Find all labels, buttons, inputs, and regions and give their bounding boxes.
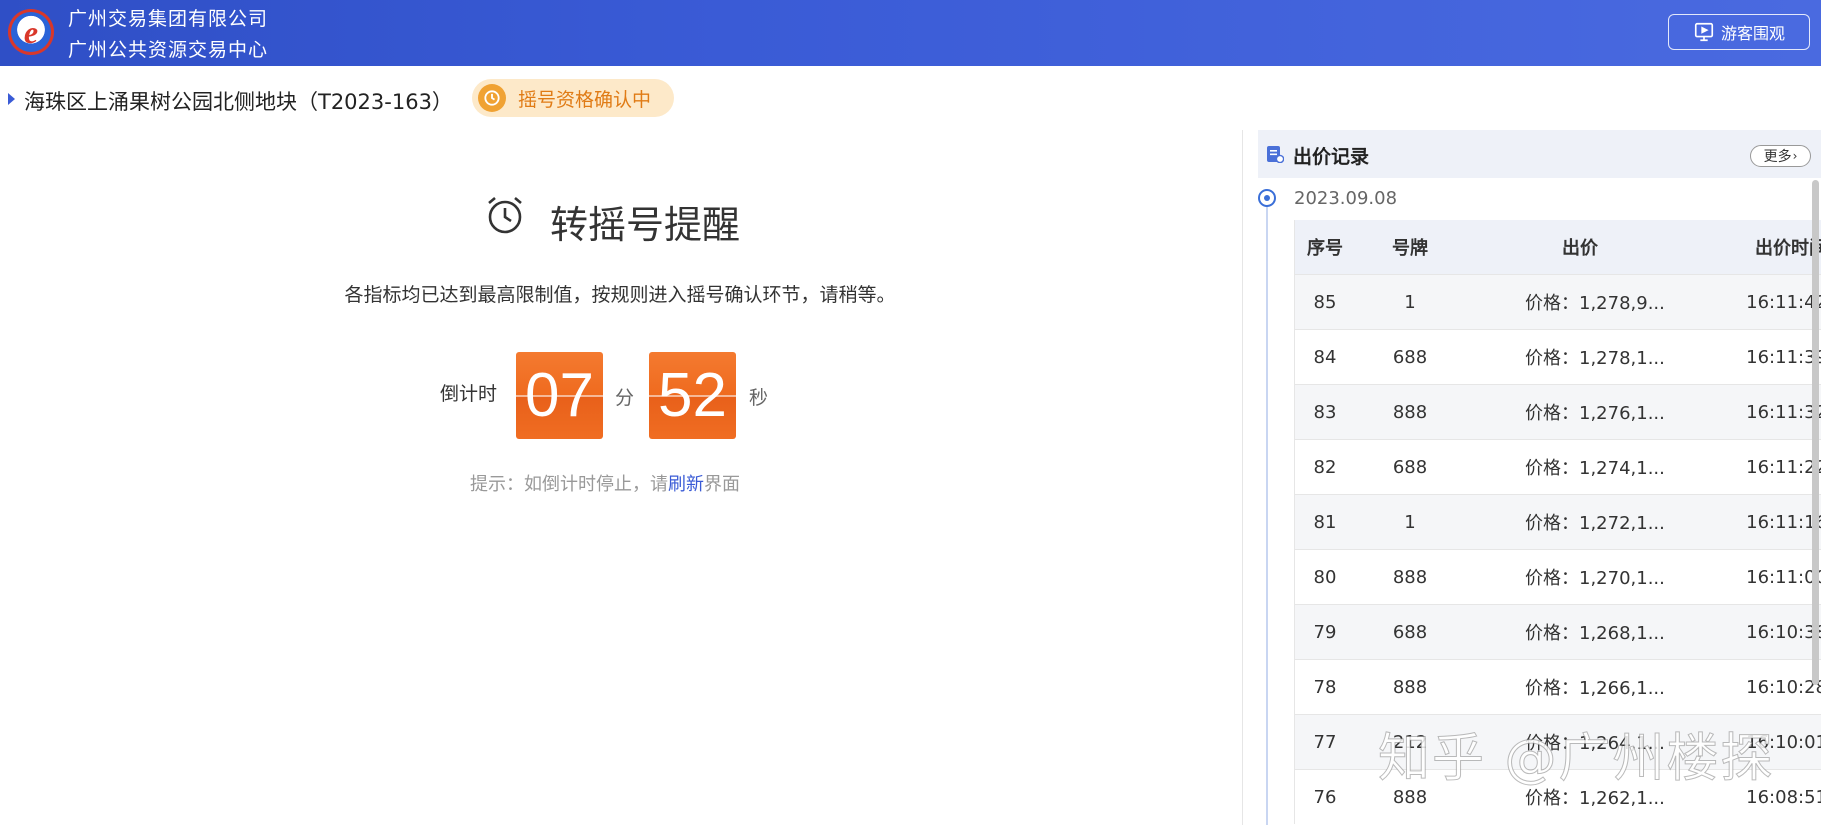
refresh-hint: 提示：如倒计时停止，请刷新界面 [470,470,740,496]
timeline-date: 2023.09.08 [1294,188,1398,209]
org-name-line2: 广州公共资源交易中心 [68,39,269,61]
chevron-right-icon: › [1792,149,1798,163]
countdown-seconds: 52 [649,352,736,439]
countdown-label: 倒计时 [440,383,498,405]
table-row: 83 888 价格：1,276,1... 16:11:32 [1295,384,1821,439]
cell-no: 84 [1313,346,1337,368]
table-header: 序号 号牌 出价 出价时间 [1295,220,1821,274]
cell-no: 79 [1313,621,1337,643]
table-row: 78 888 价格：1,266,1... 16:10:28 [1295,659,1821,714]
cell-plate: 888 [1392,566,1428,588]
countdown-seconds-unit: 秒 [749,387,769,409]
table-row: 79 688 价格：1,268,1... 16:10:38 [1295,604,1821,659]
visitor-watch-button[interactable]: 游客围观 [1668,14,1810,50]
cell-plate: 688 [1392,621,1428,643]
cell-price: 价格：1,272,1... [1525,513,1665,534]
timeline-line [1266,205,1268,825]
cell-time: 16:11:00 [1746,566,1821,588]
table-row: 85 1 价格：1,278,9... 16:11:42 [1295,274,1821,329]
cell-time: 16:11:22 [1746,456,1821,478]
table-row: 84 688 价格：1,278,1... 16:11:39 [1295,329,1821,384]
e-logo-icon: e [8,9,54,55]
cell-no: 80 [1313,566,1337,588]
cell-plate: 888 [1392,676,1428,698]
cell-no: 76 [1313,786,1337,808]
project-title: 海珠区上涌果树公园北侧地块（T2023-163） [24,90,453,114]
cell-plate: 1 [1404,511,1416,533]
cell-time: 16:10:38 [1746,621,1821,643]
cell-time: 16:10:28 [1746,676,1821,698]
status-text: 摇号资格确认中 [518,88,652,111]
panel-divider [1242,130,1243,825]
cell-no: 81 [1313,511,1337,533]
cell-time: 16:11:39 [1746,346,1821,368]
reminder-title: 转摇号提醒 [550,203,741,247]
cell-price: 价格：1,278,9... [1525,293,1665,314]
cell-no: 77 [1313,731,1337,753]
cell-no: 78 [1313,676,1337,698]
cell-price: 价格：1,274,1... [1525,458,1665,479]
cell-no: 82 [1313,456,1337,478]
table-row: 80 888 价格：1,270,1... 16:11:00 [1295,549,1821,604]
countdown-minutes-unit: 分 [615,387,635,409]
cell-time: 16:11:32 [1746,401,1821,423]
cell-plate: 888 [1392,401,1428,423]
records-scrollbar[interactable] [1812,180,1819,685]
refresh-link[interactable]: 刷新 [668,474,704,495]
cell-price: 价格：1,266,1... [1525,678,1665,699]
cell-plate: 1 [1404,291,1416,313]
org-name-line1: 广州交易集团有限公司 [68,8,269,30]
col-header-price: 出价 [1562,238,1598,259]
cell-plate: 688 [1392,456,1428,478]
col-header-no: 序号 [1307,238,1343,259]
cell-price: 价格：1,276,1... [1525,403,1665,424]
timeline-dot-icon [1258,189,1276,207]
visitor-watch-label: 游客围观 [1720,24,1785,43]
clock-icon [478,84,506,112]
more-label: 更多 [1763,149,1792,165]
cell-time: 16:11:42 [1746,291,1821,313]
records-header: 出价记录 [1258,130,1821,178]
watermark-text: 知乎 @广州楼探 [1378,729,1775,790]
table-row: 82 688 价格：1,274,1... 16:11:22 [1295,439,1821,494]
monitor-play-icon [1694,22,1714,42]
cell-time: 16:11:16 [1746,511,1821,533]
cell-price: 价格：1,268,1... [1525,623,1665,644]
records-title: 出价记录 [1293,146,1370,168]
cell-plate: 688 [1392,346,1428,368]
top-header: e 广州交易集团有限公司 广州公共资源交易中心 游客围观 [0,0,1821,66]
col-header-time: 出价时间 [1755,238,1821,259]
cell-price: 价格：1,278,1... [1525,348,1665,369]
document-icon [1267,146,1284,163]
cell-no: 83 [1313,401,1337,423]
title-marker-icon [8,93,15,105]
hint-suffix: 界面 [704,474,740,495]
cell-no: 85 [1313,291,1337,313]
reminder-description: 各指标均已达到最高限制值，按规则进入摇号确认环节，请稍等。 [344,284,896,306]
col-header-plate: 号牌 [1392,238,1428,259]
status-badge: 摇号资格确认中 [472,79,674,117]
alarm-clock-icon [488,197,522,234]
more-button[interactable]: 更多 › [1750,145,1811,167]
table-row: 81 1 价格：1,272,1... 16:11:16 [1295,494,1821,549]
cell-price: 价格：1,270,1... [1525,568,1665,589]
countdown-minutes: 07 [516,352,603,439]
hint-prefix: 提示：如倒计时停止，请 [470,474,668,495]
